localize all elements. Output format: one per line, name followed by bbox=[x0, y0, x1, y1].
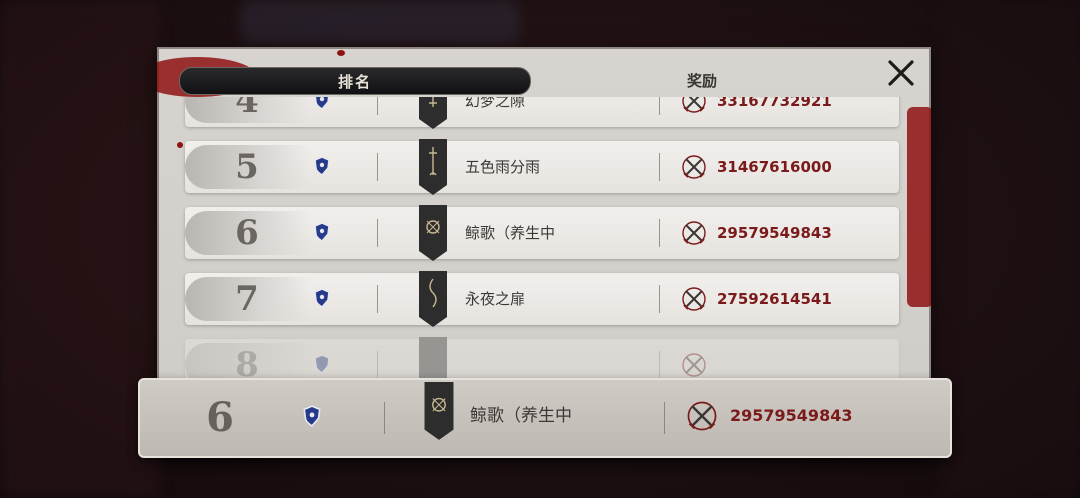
shield-icon bbox=[314, 97, 330, 110]
crossed-swords-icon bbox=[687, 401, 717, 431]
divider bbox=[659, 351, 660, 379]
player-name: 鲸歌（养生中 bbox=[470, 406, 572, 426]
player-name: 幻梦之隙 bbox=[465, 97, 526, 110]
reward-value: 27592614541 bbox=[717, 290, 832, 308]
table-row[interactable]: 4 幻梦之隙 33167732921 bbox=[185, 97, 899, 129]
shield-icon bbox=[314, 354, 330, 374]
divider bbox=[659, 285, 660, 313]
player-name: 永夜之扉 bbox=[465, 290, 526, 308]
table-row[interactable]: 6 鲸歌（养生中 29579549843 bbox=[185, 205, 899, 261]
divider bbox=[377, 351, 378, 379]
divider bbox=[659, 153, 660, 181]
rank-number: 6 bbox=[206, 394, 234, 441]
reward-value: 33167732921 bbox=[717, 97, 832, 110]
divider bbox=[377, 97, 378, 115]
divider bbox=[377, 219, 378, 247]
crossed-swords-icon bbox=[682, 287, 706, 311]
ranking-list[interactable]: 4 幻梦之隙 33167732921 5 五色雨分雨 31467616000 6 bbox=[157, 97, 931, 407]
background-blur bbox=[240, 0, 520, 44]
guild-banner-icon bbox=[424, 382, 454, 440]
table-row[interactable]: 5 五色雨分雨 31467616000 bbox=[185, 139, 899, 195]
rank-number: 6 bbox=[235, 213, 259, 253]
shield-icon bbox=[314, 156, 330, 176]
player-name: 五色雨分雨 bbox=[465, 158, 541, 176]
guild-banner-icon bbox=[419, 271, 447, 327]
divider bbox=[377, 153, 378, 181]
tab-rank[interactable]: 排名 bbox=[179, 67, 531, 95]
rank-number: 5 bbox=[235, 147, 259, 187]
divider bbox=[377, 285, 378, 313]
tab-reward[interactable]: 奖励 bbox=[657, 69, 747, 93]
crossed-swords-icon bbox=[682, 155, 706, 179]
reward-value: 29579549843 bbox=[730, 406, 853, 425]
shield-icon bbox=[303, 405, 321, 427]
divider bbox=[659, 97, 660, 115]
rank-number: 4 bbox=[235, 97, 259, 121]
my-rank-row[interactable]: 6 鲸歌（养生中 29579549843 bbox=[138, 378, 952, 458]
background-blur bbox=[0, 0, 160, 498]
player-name: 鲸歌（养生中 bbox=[465, 224, 556, 242]
guild-banner-icon bbox=[419, 205, 447, 261]
guild-banner-icon bbox=[419, 97, 447, 129]
shield-icon bbox=[314, 288, 330, 308]
close-icon[interactable] bbox=[883, 55, 919, 91]
rank-number: 7 bbox=[235, 279, 259, 319]
crossed-swords-icon bbox=[682, 221, 706, 245]
divider bbox=[659, 219, 660, 247]
crossed-swords-icon bbox=[682, 353, 706, 377]
guild-banner-icon bbox=[419, 139, 447, 195]
header-bar: 排名 奖励 bbox=[157, 47, 931, 97]
background-blur bbox=[940, 0, 1080, 498]
shield-icon bbox=[314, 222, 330, 242]
table-row[interactable]: 7 永夜之扉 27592614541 bbox=[185, 271, 899, 327]
reward-value: 29579549843 bbox=[717, 224, 832, 242]
reward-value: 31467616000 bbox=[717, 158, 832, 176]
divider bbox=[384, 402, 385, 434]
divider bbox=[664, 402, 665, 434]
crossed-swords-icon bbox=[682, 97, 706, 113]
